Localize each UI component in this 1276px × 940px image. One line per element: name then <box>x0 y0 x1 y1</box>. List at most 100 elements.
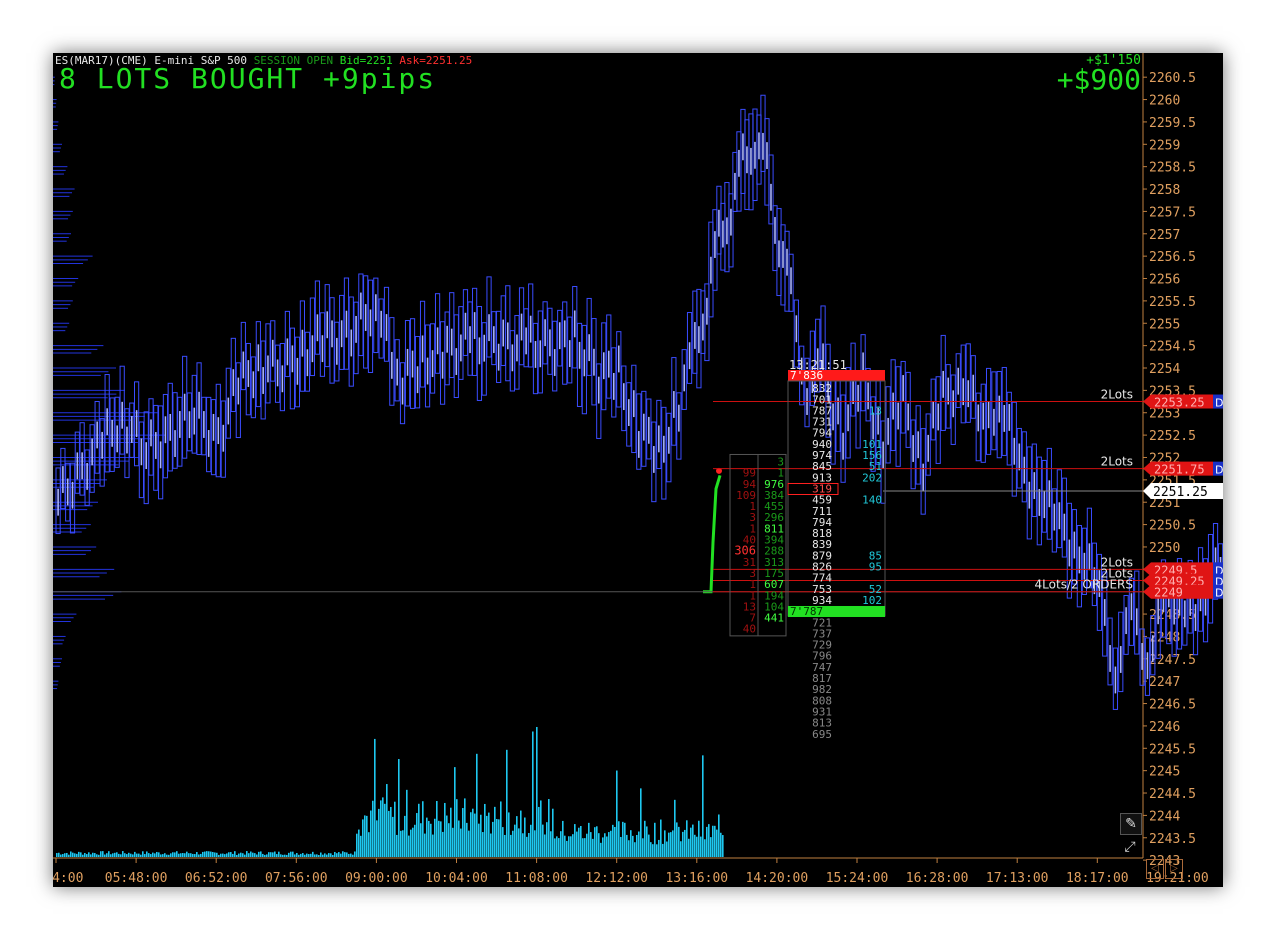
candle-body <box>972 374 975 402</box>
candle-body <box>203 411 205 438</box>
volume-bar <box>170 853 172 857</box>
candle-body <box>1033 472 1036 499</box>
volume-bar <box>442 831 444 857</box>
y-tick-label: 2256 <box>1149 273 1180 288</box>
volume-bar <box>234 851 236 857</box>
volume-bar <box>200 853 202 857</box>
volume-bar <box>538 806 540 857</box>
volume-bar <box>68 854 70 857</box>
chart-window[interactable]: 2260.5 2260 2259.5 2259 2258.5 2258 2257.5 2257… <box>53 53 1223 887</box>
nav-left-icon[interactable]: ◁ <box>1146 859 1164 879</box>
volume-bar <box>500 801 502 857</box>
order-side: D <box>1215 464 1223 477</box>
x-tick-label: 13:16:00 <box>665 871 728 886</box>
pencil-icon[interactable]: ✎ <box>1120 813 1142 835</box>
volume-bar <box>378 808 380 857</box>
candle-body <box>478 337 481 365</box>
x-tick-label: 05:48:00 <box>105 871 168 886</box>
candle-body <box>628 399 630 427</box>
volume-bar <box>382 797 384 857</box>
candle-body <box>758 132 760 160</box>
y-tick-label: 2259.5 <box>1149 116 1196 131</box>
candle-body <box>710 256 712 284</box>
candle-body <box>164 416 167 444</box>
volume-bar <box>552 808 554 857</box>
volume-bar <box>120 854 122 857</box>
volume-bar <box>92 852 94 857</box>
volume-bar <box>478 823 480 857</box>
candle-body <box>795 315 798 343</box>
candle-body <box>847 404 849 432</box>
candle-body <box>583 349 586 377</box>
candle-body <box>998 395 1001 423</box>
price-chart[interactable]: 2260.5 2260 2259.5 2259 2258.5 2258 2257.5 2257… <box>53 53 1223 887</box>
candle-body <box>193 407 196 435</box>
dom-bid-size: 95 <box>869 561 882 574</box>
candle-body <box>350 329 353 357</box>
candle-body <box>140 438 143 466</box>
candle-body <box>525 327 527 355</box>
candle-body <box>573 310 576 338</box>
candle-body <box>455 348 458 375</box>
candle-body <box>588 334 590 362</box>
x-tick-label: 09:00:00 <box>345 871 408 886</box>
volume-bar <box>430 823 432 857</box>
volume-bar <box>358 829 360 857</box>
candle-body <box>623 383 625 411</box>
candle-body <box>247 360 250 387</box>
candle-body <box>281 365 284 393</box>
candle-body <box>653 446 655 473</box>
dom-ask-size: 13 <box>869 404 882 417</box>
volume-bar <box>412 827 414 857</box>
volume-bar <box>350 853 352 857</box>
volume-bar <box>660 819 662 857</box>
volume-bar <box>190 853 192 857</box>
expand-icon[interactable]: ⤢ <box>1120 837 1140 857</box>
y-tick-label: 2258.5 <box>1149 161 1196 176</box>
volume-bar <box>576 831 578 857</box>
candle-body <box>1119 646 1122 673</box>
volume-bar <box>548 799 550 857</box>
candle-body <box>396 358 398 386</box>
volume-bar <box>148 853 150 857</box>
volume-bar <box>510 834 512 857</box>
volume-bar <box>84 853 86 857</box>
candle-body <box>597 376 600 404</box>
order-tag-price: 2253.25 <box>1154 396 1205 410</box>
volume-bar <box>72 852 74 857</box>
candle-body <box>1141 643 1143 670</box>
volume-bar <box>102 851 104 857</box>
candle-body <box>106 408 108 436</box>
volume-bar <box>252 852 254 857</box>
candle-body <box>473 312 476 339</box>
volume-bar <box>714 825 716 857</box>
volume-bar <box>82 854 84 857</box>
candle-body <box>406 348 409 376</box>
volume-bar <box>400 830 402 857</box>
candle-body <box>722 220 724 248</box>
volume-bar <box>98 854 100 857</box>
volume-bar <box>314 854 316 857</box>
candle-body <box>1125 607 1127 635</box>
volume-bar <box>560 831 562 857</box>
volume-bar <box>266 854 268 857</box>
candle-body <box>790 267 792 295</box>
nav-right-icon[interactable]: ▷ <box>1165 859 1183 879</box>
volume-bar <box>602 837 604 857</box>
volume-bar <box>246 851 248 857</box>
volume-bar <box>94 853 96 857</box>
footprint-sell: 40 <box>743 623 756 636</box>
y-tick-label: 2250 <box>1149 541 1180 556</box>
volume-bar <box>508 812 510 857</box>
volume-bar <box>180 853 182 857</box>
candle-body <box>1103 599 1106 626</box>
volume-bar <box>88 852 90 857</box>
dom-depth: 695 <box>812 728 832 741</box>
volume-bar <box>186 851 188 857</box>
candle-body <box>276 359 279 387</box>
volume-bar <box>592 838 594 857</box>
candle-body <box>762 132 764 160</box>
volume-bar <box>230 852 232 857</box>
candle-body <box>922 463 924 491</box>
volume-bar <box>484 803 486 857</box>
